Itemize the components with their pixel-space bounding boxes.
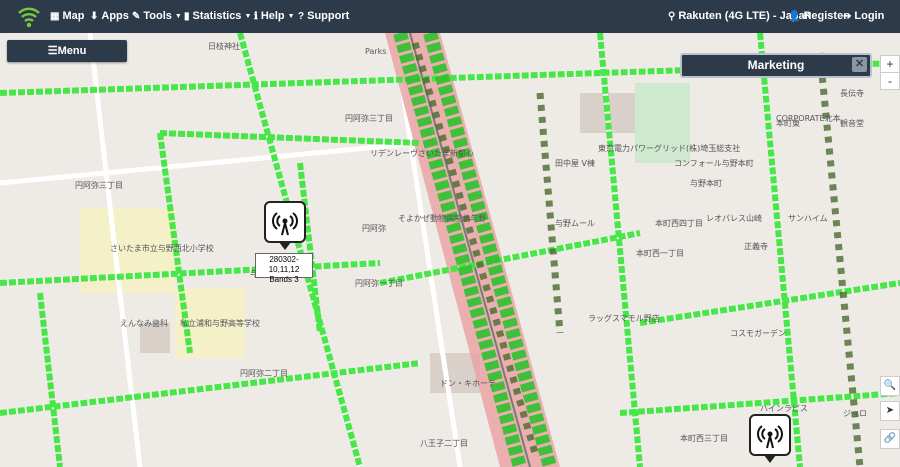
zoom-in-button[interactable]: +	[880, 55, 900, 73]
map-place-label: 八王子二丁目	[420, 439, 468, 448]
map-place-label: 円阿弥	[362, 224, 386, 233]
map-place-label: ハインラピス	[760, 404, 808, 413]
map-place-label: 田中屋 V棟	[555, 159, 596, 168]
map-place-label: ラッグスマモル野店	[588, 314, 660, 323]
map-marker-icon: ⚲	[668, 11, 676, 22]
nav-apps-label: Apps	[101, 10, 129, 22]
railway-corridor	[385, 33, 560, 467]
zoom-out-button[interactable]: -	[880, 72, 900, 90]
nav-support[interactable]: ? Support	[298, 0, 349, 33]
map-place-label: リデンレーヴさいたま新都心	[370, 149, 474, 158]
map-place-label: 与野本町	[690, 179, 722, 188]
map-place-label: 本町西三丁目	[680, 434, 728, 443]
map-place-label: そよかぜ動物病院北与野	[398, 214, 486, 223]
map-place-label: 観音堂	[840, 119, 864, 128]
nav-register[interactable]: 👤 Register	[788, 0, 847, 33]
map-place-label: Parks	[365, 47, 387, 56]
map-place-label: 円阿弥二丁目	[240, 369, 288, 378]
nav-map[interactable]: ▦ Map	[50, 0, 84, 33]
map-place-label: 本町西一丁目	[636, 249, 684, 258]
map-place-label: 東京電力パワーグリッド(株)埼玉総支社	[598, 144, 741, 153]
nav-login[interactable]: ➔ Login	[843, 0, 884, 33]
map-place-label: サンハイム	[788, 214, 828, 223]
wrench-icon: ✎	[132, 11, 141, 22]
caret-down-icon: ▼	[174, 13, 182, 20]
menu-icon: ☰	[47, 45, 58, 57]
bar-chart-icon: ▮	[184, 11, 190, 22]
nav-tools[interactable]: ✎ Tools ▼	[132, 0, 182, 33]
map-place-label: レオパレス山崎	[706, 214, 762, 223]
nav-help[interactable]: ℹ Help ▼	[254, 0, 295, 33]
nav-map-label: Map	[62, 10, 85, 22]
link-icon[interactable]: 🔗	[880, 429, 900, 449]
map-place-label: 正義寺	[744, 242, 768, 251]
map-place-label: 円阿弥三丁目	[75, 181, 123, 190]
caret-down-icon: ▼	[244, 13, 252, 20]
marketing-panel: Marketing ✕	[680, 53, 872, 78]
nav-login-label: Login	[854, 10, 885, 22]
nav-apps[interactable]: ⬇ Apps	[90, 0, 129, 33]
top-navbar: ▦ Map ⬇ Apps ✎ Tools ▼ ▮ Statistics ▼ ℹ Help ▼ ?…	[0, 0, 900, 33]
cell-tower-marker[interactable]	[749, 414, 791, 463]
map-place-label: ドン・キホーテ	[440, 379, 496, 388]
info-icon: ℹ	[254, 11, 258, 22]
cell-tower-marker[interactable]	[264, 201, 306, 250]
coverage-map[interactable]: 日枝神社 Parks 円阿弥三丁目 リデンレーヴさいたま新都心 円阿弥三丁目 円阿弥 そよか…	[0, 33, 900, 467]
map-place-label: 円阿弥一丁目	[355, 279, 403, 288]
download-icon: ⬇	[90, 11, 99, 22]
cell-tower-icon	[272, 212, 298, 236]
nav-register-label: Register	[803, 10, 848, 22]
map-place-label: 長伝寺	[840, 89, 864, 98]
nav-statistics-label: Statistics	[192, 10, 242, 22]
close-button[interactable]: ✕	[852, 57, 867, 72]
map-place-label: CORPORATE北本	[776, 114, 841, 123]
map-place-label: 私立浦和与野高等学校	[180, 319, 260, 328]
map-place-label: ジョロ	[843, 409, 867, 418]
nav-help-label: Help	[260, 10, 285, 22]
map-place-label: 円阿弥三丁目	[345, 114, 393, 123]
marketing-title: Marketing	[747, 58, 805, 72]
map-place-label: 与野ムール	[555, 219, 595, 228]
zoom-search-icon[interactable]: 🔍	[880, 376, 900, 396]
nav-statistics[interactable]: ▮ Statistics ▼	[184, 0, 251, 33]
question-icon: ?	[298, 11, 305, 22]
tower-popup-bands: Bands 3	[269, 275, 299, 284]
tower-popup-id: 280302-10,11,12	[268, 255, 300, 274]
map-place-label: さいたま市立与野西北小学校	[110, 244, 214, 253]
signal-logo-icon[interactable]	[16, 5, 42, 29]
map-place-label: コスモガーデン	[730, 329, 786, 338]
nav-support-label: Support	[307, 10, 350, 22]
user-plus-icon: 👤	[788, 11, 801, 22]
map-place-label: 本町西四丁目	[655, 219, 703, 228]
menu-button[interactable]: ☰Menu	[7, 40, 127, 62]
sign-in-icon: ➔	[843, 11, 852, 22]
map-icon: ▦	[50, 11, 60, 22]
menu-label: Menu	[57, 45, 87, 57]
caret-down-icon: ▼	[287, 13, 295, 20]
nav-tools-label: Tools	[143, 10, 172, 22]
locate-icon[interactable]: ➤	[880, 401, 900, 421]
cell-tower-icon	[757, 425, 783, 449]
tower-popup: 280302-10,11,12 Bands 3	[255, 253, 313, 284]
map-place-label: コンフォール与野本町	[674, 159, 754, 168]
map-place-label: 日枝神社	[208, 42, 240, 51]
map-place-label: えんなみ歯科	[120, 319, 168, 328]
